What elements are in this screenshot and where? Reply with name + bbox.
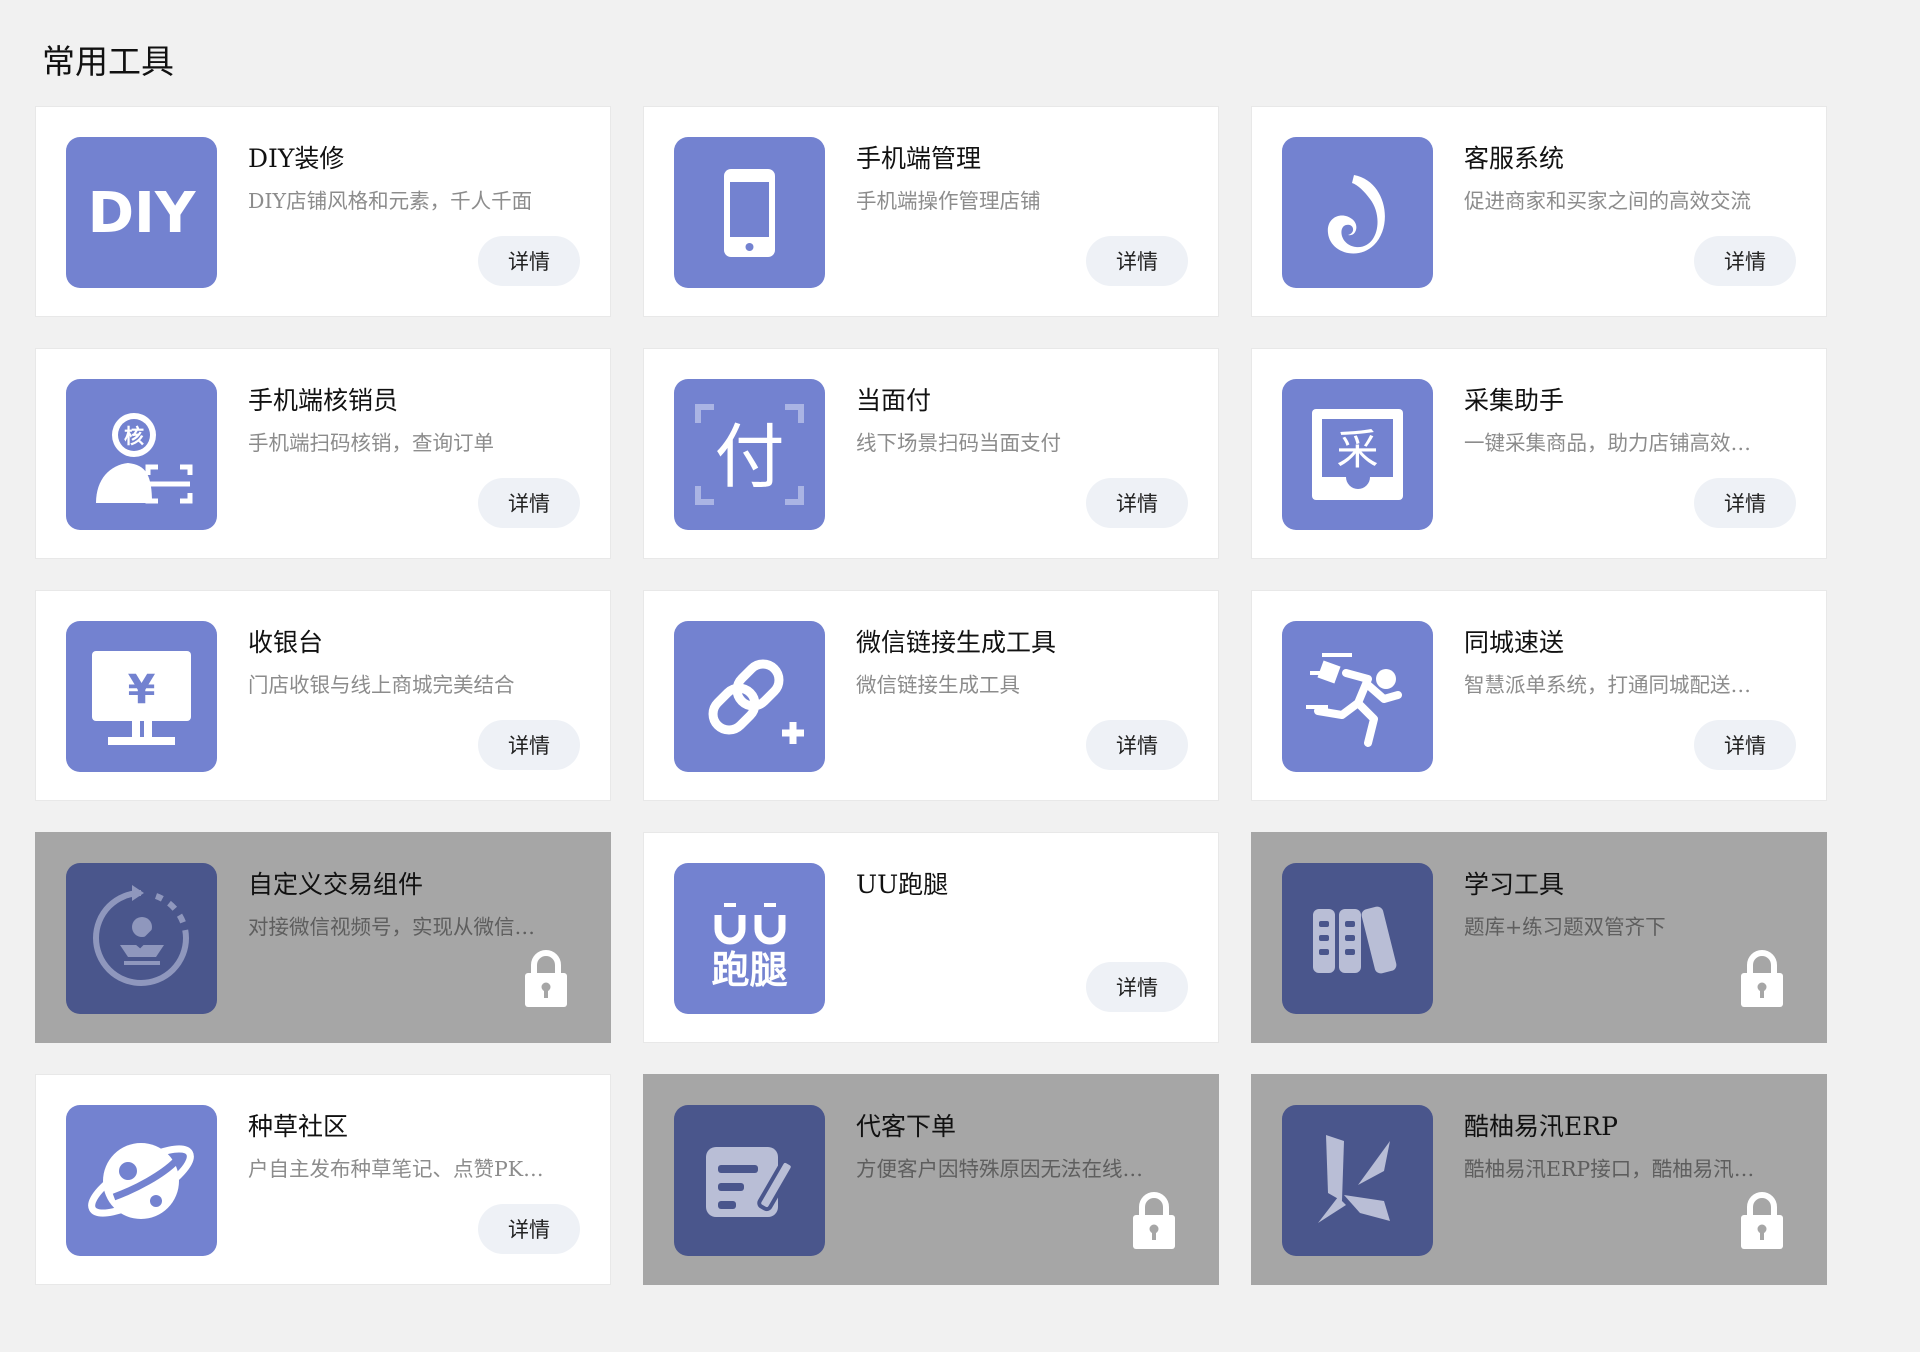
link-icon: [674, 621, 825, 772]
cashier-icon: ¥: [66, 621, 217, 772]
tool-card-custom-trade-component[interactable]: 自定义交易组件 对接微信视频号，实现从微信…: [35, 832, 611, 1043]
tools-grid: DIY DIY装修 DIY店铺风格和元素，千人千面 详情 手机端管理 手机端操作…: [35, 106, 1827, 1285]
tool-desc: DIY店铺风格和元素，千人千面: [248, 189, 533, 213]
detail-button[interactable]: 详情: [1086, 236, 1188, 286]
tool-desc: 一键采集商品，助力店铺高效…: [1464, 431, 1751, 455]
detail-button[interactable]: 详情: [1694, 236, 1796, 286]
detail-button[interactable]: 详情: [1086, 962, 1188, 1012]
tool-title: 种草社区: [248, 1112, 349, 1141]
detail-button[interactable]: 详情: [478, 478, 580, 528]
tool-title: 客服系统: [1464, 144, 1565, 173]
tool-card-kuyou-erp[interactable]: 酷柚易汛ERP 酷柚易汛ERP接口，酷柚易汛…: [1251, 1074, 1827, 1285]
page-title: 常用工具: [42, 42, 174, 81]
tool-desc: 手机端操作管理店铺: [856, 189, 1041, 213]
tool-desc: 酷柚易汛ERP接口，酷柚易汛…: [1464, 1157, 1755, 1181]
tool-desc: 户自主发布种草笔记、点赞PK…: [248, 1157, 544, 1181]
tool-title: 学习工具: [1464, 870, 1565, 899]
tool-desc: 微信链接生成工具: [856, 673, 1020, 697]
svg-text:¥: ¥: [128, 667, 156, 713]
tool-card-diy[interactable]: DIY DIY装修 DIY店铺风格和元素，千人千面 详情: [35, 106, 611, 317]
detail-button[interactable]: 详情: [1694, 478, 1796, 528]
tool-card-same-city-delivery[interactable]: 同城速送 智慧派单系统，打通同城配送… 详情: [1251, 590, 1827, 801]
tool-desc: 题库+练习题双管齐下: [1464, 915, 1666, 939]
lock-icon: [1739, 949, 1785, 1009]
svg-text:DIY: DIY: [88, 181, 197, 246]
tool-card-customer-service[interactable]: 客服系统 促进商家和买家之间的高效交流 详情: [1251, 106, 1827, 317]
detail-button[interactable]: 详情: [1086, 478, 1188, 528]
collect-icon: 采: [1282, 379, 1433, 530]
tool-card-uu-errand[interactable]: 跑腿 UU跑腿 详情: [643, 832, 1219, 1043]
customer-service-icon: [1282, 137, 1433, 288]
tool-title: 自定义交易组件: [248, 870, 424, 899]
tool-title: DIY装修: [248, 144, 345, 173]
erp-logo-icon: [1282, 1105, 1433, 1256]
tool-desc: 促进商家和买家之间的高效交流: [1464, 189, 1751, 213]
verifier-icon: 核: [66, 379, 217, 530]
tool-desc: 门店收银与线上商城完美结合: [248, 673, 515, 697]
diy-icon: DIY: [66, 137, 217, 288]
tool-card-order-for-customer[interactable]: 代客下单 方便客户因特殊原因无法在线…: [643, 1074, 1219, 1285]
tool-desc: 对接微信视频号，实现从微信…: [248, 915, 535, 939]
tool-card-collect-assistant[interactable]: 采 采集助手 一键采集商品，助力店铺高效… 详情: [1251, 348, 1827, 559]
tool-desc: 智慧派单系统，打通同城配送…: [1464, 673, 1751, 697]
lock-icon: [523, 949, 569, 1009]
runner-icon: [1282, 621, 1433, 772]
svg-text:跑腿: 跑腿: [711, 948, 787, 992]
tool-title: UU跑腿: [856, 870, 949, 899]
phone-icon: [674, 137, 825, 288]
tool-card-mobile-management[interactable]: 手机端管理 手机端操作管理店铺 详情: [643, 106, 1219, 317]
edit-note-icon: [674, 1105, 825, 1256]
svg-text:核: 核: [124, 424, 144, 448]
tool-card-mobile-verifier[interactable]: 核 手机端核销员 手机端扫码核销，查询订单 详情: [35, 348, 611, 559]
detail-button[interactable]: 详情: [478, 236, 580, 286]
tool-desc: 手机端扫码核销，查询订单: [248, 431, 494, 455]
detail-button[interactable]: 详情: [478, 720, 580, 770]
tool-card-wechat-link[interactable]: 微信链接生成工具 微信链接生成工具 详情: [643, 590, 1219, 801]
tool-title: 代客下单: [856, 1112, 957, 1141]
tool-title: 同城速送: [1464, 628, 1565, 657]
tool-card-seeding-community[interactable]: 种草社区 户自主发布种草笔记、点赞PK… 详情: [35, 1074, 611, 1285]
tool-card-face-pay[interactable]: 付 当面付 线下场景扫码当面支付 详情: [643, 348, 1219, 559]
detail-button[interactable]: 详情: [478, 1204, 580, 1254]
planet-icon: [66, 1105, 217, 1256]
lock-icon: [1739, 1191, 1785, 1251]
tool-title: 采集助手: [1464, 386, 1565, 415]
tool-title: 微信链接生成工具: [856, 628, 1057, 657]
uu-icon: 跑腿: [674, 863, 825, 1014]
tool-title: 酷柚易汛ERP: [1464, 1112, 1618, 1141]
svg-text:付: 付: [715, 416, 785, 498]
tool-desc: 线下场景扫码当面支付: [856, 431, 1061, 455]
books-icon: [1282, 863, 1433, 1014]
tool-card-cashier[interactable]: ¥ 收银台 门店收银与线上商城完美结合 详情: [35, 590, 611, 801]
detail-button[interactable]: 详情: [1694, 720, 1796, 770]
svg-text:采: 采: [1336, 425, 1378, 474]
tool-desc: 方便客户因特殊原因无法在线…: [856, 1157, 1143, 1181]
tool-title: 收银台: [248, 628, 324, 657]
tool-card-study-tools[interactable]: 学习工具 题库+练习题双管齐下: [1251, 832, 1827, 1043]
tool-title: 手机端管理: [856, 144, 982, 173]
detail-button[interactable]: 详情: [1086, 720, 1188, 770]
trade-component-icon: [66, 863, 217, 1014]
lock-icon: [1131, 1191, 1177, 1251]
face-pay-icon: 付: [674, 379, 825, 530]
tool-title: 手机端核销员: [248, 386, 399, 415]
tool-title: 当面付: [856, 386, 932, 415]
